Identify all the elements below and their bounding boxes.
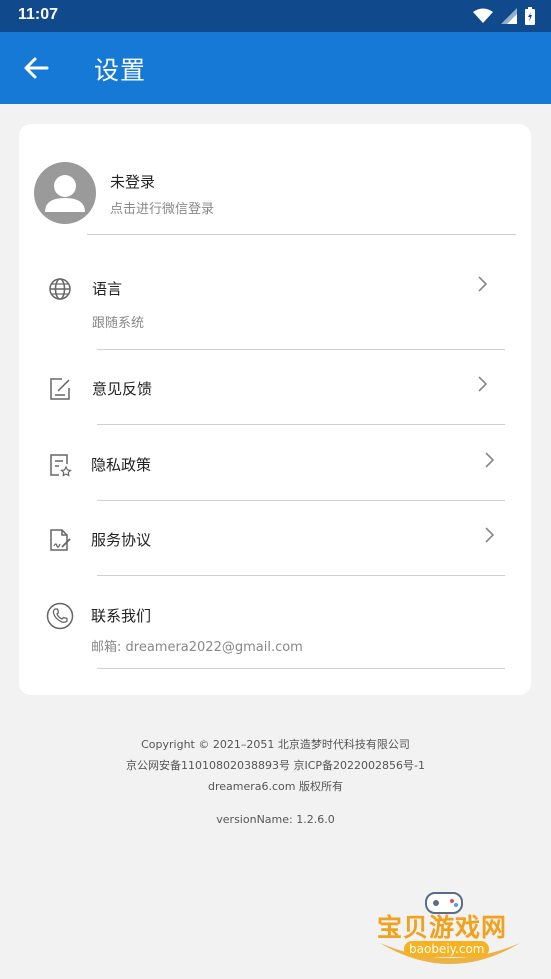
divider bbox=[97, 424, 505, 425]
phone-icon bbox=[46, 602, 74, 630]
copyright-text: Copyright © 2021–2051 北京造梦时代科技有限公司 bbox=[141, 738, 410, 751]
app-bar: 设置 bbox=[0, 32, 551, 104]
divider bbox=[97, 349, 505, 350]
avatar[interactable] bbox=[34, 162, 96, 224]
language-row[interactable] bbox=[19, 254, 531, 349]
feedback-label: 意见反馈 bbox=[92, 380, 153, 398]
site-rights-text: dreamera6.com 版权所有 bbox=[207, 780, 343, 793]
icp-record-text: 京公网安备11010802038893号 京ICP备2022002856号-1 bbox=[126, 759, 425, 772]
globe-icon bbox=[49, 278, 71, 300]
back-arrow-icon[interactable] bbox=[22, 54, 50, 82]
divider bbox=[97, 575, 505, 576]
chevron-right-icon bbox=[485, 452, 495, 468]
contact-us-label: 联系我们 bbox=[91, 607, 152, 625]
divider bbox=[97, 668, 505, 669]
watermark-text: 宝贝游戏网 bbox=[377, 913, 508, 942]
version-text: versionName: 1.2.6.0 bbox=[216, 813, 335, 826]
status-time: 11:07 bbox=[18, 6, 59, 23]
divider bbox=[87, 234, 516, 235]
login-status: 未登录 bbox=[110, 173, 156, 191]
watermark-url: baobeiy.com bbox=[404, 941, 490, 957]
battery-icon bbox=[525, 7, 535, 25]
language-label: 语言 bbox=[92, 280, 123, 298]
signal-icon bbox=[501, 8, 517, 24]
document-star-icon bbox=[50, 454, 72, 477]
login-hint: 点击进行微信登录 bbox=[110, 202, 215, 217]
contact-email: 邮箱: dreamera2022@gmail.com bbox=[91, 640, 303, 655]
chevron-right-icon bbox=[485, 527, 495, 543]
divider bbox=[97, 500, 505, 501]
feedback-icon bbox=[50, 378, 70, 400]
language-value: 跟随系统 bbox=[92, 316, 145, 331]
privacy-policy-label: 隐私政策 bbox=[91, 456, 152, 474]
settings-card: 未登录 点击进行微信登录 语言 跟随系统 意见反馈 隐私政策 服务协议 联系我们… bbox=[19, 124, 531, 695]
chevron-right-icon bbox=[478, 376, 488, 392]
service-agreement-label: 服务协议 bbox=[91, 531, 152, 549]
page-title: 设置 bbox=[94, 56, 147, 85]
status-icons bbox=[473, 7, 535, 25]
wifi-icon bbox=[473, 8, 493, 23]
chevron-right-icon bbox=[478, 276, 488, 292]
user-icon bbox=[45, 175, 85, 212]
status-bar: 11:07 bbox=[0, 0, 551, 32]
contract-icon bbox=[50, 529, 71, 551]
